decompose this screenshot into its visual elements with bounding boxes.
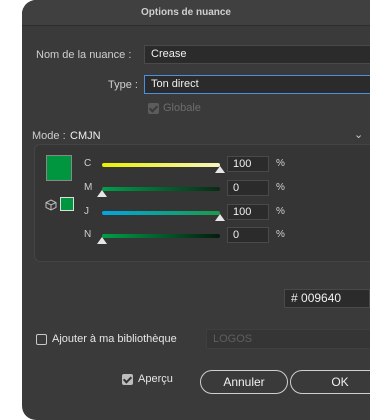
channel-slider-j[interactable] — [102, 211, 220, 215]
mode-label: Mode : — [32, 130, 66, 142]
channel-letter-m: M — [84, 182, 93, 193]
hex-prefix: # — [291, 291, 298, 305]
slider-thumb-m[interactable] — [97, 190, 107, 197]
percent-unit: % — [276, 182, 285, 193]
mode-select-value[interactable]: CMJN — [70, 130, 101, 142]
channel-slider-c[interactable] — [102, 163, 220, 167]
apercu-checkbox[interactable] — [122, 374, 133, 385]
hex-value: 009640 — [301, 291, 342, 305]
add-to-library-label: Ajouter à ma bibliothèque — [52, 333, 177, 345]
channel-value-input-c[interactable]: 100 — [227, 156, 269, 172]
type-label: Type : — [108, 79, 138, 91]
ok-button[interactable]: OK — [290, 370, 370, 394]
channel-value-input-n[interactable]: 0 — [227, 227, 269, 243]
add-to-library-checkbox[interactable] — [36, 334, 47, 345]
percent-unit: % — [276, 206, 285, 217]
channel-value-input-m[interactable]: 0 — [227, 180, 269, 196]
slider-thumb-n[interactable] — [97, 237, 107, 244]
apercu-label: Aperçu — [138, 373, 173, 385]
web-safe-swatch[interactable] — [60, 197, 74, 211]
library-select-value: LOGOS — [213, 333, 253, 345]
percent-unit: % — [276, 229, 285, 240]
globale-checkbox[interactable] — [148, 103, 159, 114]
dialog-title: Options de nuance — [140, 7, 231, 18]
title-bar: Options de nuance — [22, 0, 370, 26]
channel-value-input-j[interactable]: 100 — [227, 204, 269, 220]
swatch-options-dialog: Options de nuance Nom de la nuance : Cre… — [22, 0, 370, 420]
globale-label: Globale — [163, 102, 201, 114]
slider-thumb-j[interactable] — [215, 214, 225, 221]
color-preview-swatch — [46, 155, 72, 181]
hex-input[interactable]: # 009640 — [284, 289, 370, 308]
channel-slider-n[interactable] — [102, 234, 220, 238]
channel-letter-n: N — [84, 229, 92, 240]
swatch-name-input[interactable]: Crease — [144, 45, 370, 64]
mode-chevron-down-icon[interactable]: ⌄ — [354, 128, 363, 141]
slider-thumb-c[interactable] — [215, 166, 225, 173]
cancel-button[interactable]: Annuler — [200, 370, 288, 394]
type-select-value: Ton direct — [151, 78, 199, 90]
percent-unit: % — [276, 158, 285, 169]
channel-letter-c: C — [84, 158, 92, 169]
channel-letter-j: J — [84, 206, 89, 217]
type-select[interactable]: Ton direct ⌄ — [144, 75, 370, 94]
library-select: LOGOS ⌄ — [206, 329, 370, 349]
channel-slider-m[interactable] — [102, 187, 220, 191]
swatch-name-label: Nom de la nuance : — [36, 49, 132, 61]
cube-icon[interactable] — [45, 199, 57, 211]
